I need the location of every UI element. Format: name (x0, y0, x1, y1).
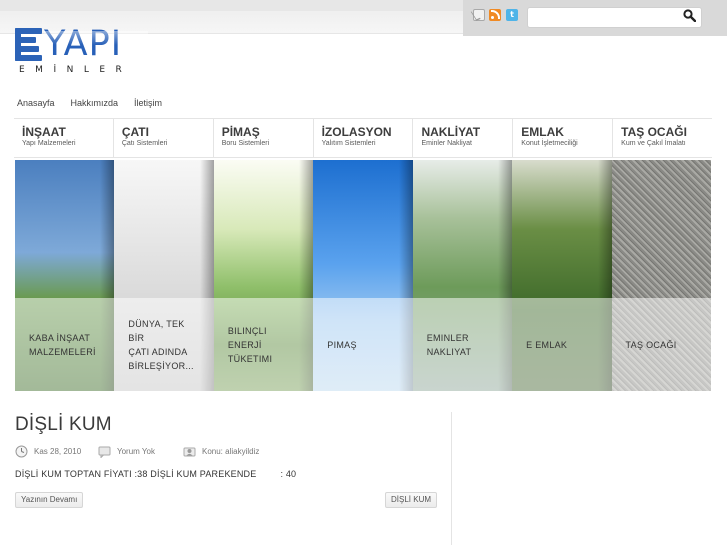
category-izolasyon[interactable]: İZOLASYON Yalıtım Sistemleri (312, 119, 413, 157)
category-title: EMLAK (521, 125, 564, 139)
clock-icon (15, 445, 28, 457)
category-title: TAŞ OCAĞI (621, 125, 687, 139)
logo-e-mark (15, 28, 42, 62)
image-slider: KABA İNŞAAT MALZEMELERİ DÜNYA, TEK BİR ÇAT… (15, 160, 711, 391)
post-title[interactable]: DİŞLİ KUM (15, 414, 112, 436)
category-subtitle: Çatı Sistemleri (121, 140, 168, 147)
slide-insaat[interactable]: KABA İNŞAAT MALZEMELERİ (15, 160, 115, 391)
nav-item-contact[interactable]: İletişim (134, 98, 162, 110)
category-title: ÇATI (121, 125, 149, 139)
post-date: Kas 28, 2010 (15, 444, 81, 458)
slide-caption: KABA İNŞAAT MALZEMELERİ (29, 332, 96, 357)
read-more-button[interactable]: Yazının Devamı (15, 492, 84, 508)
logo-subtitle: EMİNLER (19, 65, 133, 75)
category-nakliyat[interactable]: NAKLİYAT Eminler Nakliyat (412, 119, 512, 157)
category-menu: İNŞAAT Yapı Malzemeleri ÇATI Çatı Sistem… (14, 118, 712, 158)
nav-item-home[interactable]: Anasayfa (17, 98, 55, 110)
category-cati[interactable]: ÇATI Çatı Sistemleri (112, 119, 213, 157)
comment-icon (98, 446, 111, 458)
slide-pimas[interactable]: PIMAŞ (313, 160, 413, 391)
twitter-icon[interactable]: t (506, 9, 518, 21)
nav-item-about[interactable]: Hakkımızda (71, 98, 119, 110)
post-author[interactable]: Konu: aliakyildiz (183, 444, 259, 458)
slide-caption: EMINLER NAKLIYAT (426, 332, 472, 357)
category-pimas[interactable]: PİMAŞ Boru Sistemleri (212, 119, 313, 157)
category-emlak[interactable]: EMLAK Konut İşletmeciliği (512, 119, 612, 157)
user-icon (183, 447, 196, 456)
category-title: İNŞAAT (22, 125, 66, 139)
slide-caption: E EMLAK (526, 339, 568, 350)
mail-icon[interactable] (473, 9, 485, 21)
slide-caption: DÜNYA, TEK BİR ÇATI ADINDA BİRLEŞİYOR... (128, 318, 194, 371)
category-insaat[interactable]: İNŞAAT Yapı Malzemeleri (14, 119, 113, 157)
sidebar-divider (451, 412, 452, 545)
category-subtitle: Yalıtım Sistemleri (321, 140, 376, 147)
search-input[interactable] (527, 7, 702, 28)
category-subtitle: Eminler Nakliyat (421, 140, 473, 147)
category-subtitle: Yapı Malzemeleri (22, 140, 76, 147)
tag-button[interactable]: DİŞLİ KUM (385, 492, 438, 508)
search-icon[interactable] (683, 9, 696, 22)
top-nav: Anasayfa Hakkımızda İletişim (17, 98, 162, 110)
site-logo[interactable]: YAPI EMİNLER (15, 24, 150, 80)
slide-nakliyat[interactable]: EMINLER NAKLIYAT (412, 160, 513, 391)
slide-caption: BILINÇLI ENERJİ TÜKETIMI (227, 325, 273, 364)
slide-enerji[interactable]: BILINÇLI ENERJİ TÜKETIMI (213, 160, 314, 391)
category-subtitle: Konut İşletmeciliği (521, 140, 578, 147)
slide-caption: TAŞ OCAĞI (625, 339, 677, 350)
category-subtitle: Kum ve Çakıl İmalatı (621, 140, 686, 147)
slide-emlak[interactable]: E EMLAK (512, 160, 612, 391)
slide-tas-ocagi[interactable]: TAŞ OCAĞI (611, 160, 711, 391)
category-title: NAKLİYAT (421, 125, 481, 139)
category-subtitle: Boru Sistemleri (221, 140, 270, 147)
post-excerpt: DİŞLİ KUM TOPTAN FİYATI :38 DİŞLİ KUM PA… (15, 469, 297, 479)
slide-cati[interactable]: DÜNYA, TEK BİR ÇATI ADINDA BİRLEŞİYOR... (114, 160, 214, 391)
category-title: İZOLASYON (321, 125, 392, 139)
logo-word: YAPI (44, 24, 149, 64)
slide-caption: PIMAŞ (327, 339, 357, 350)
category-title: PİMAŞ (221, 125, 260, 139)
category-tas-ocagi[interactable]: TAŞ OCAĞI Kum ve Çakıl İmalatı (612, 119, 712, 157)
post-comments[interactable]: Yorum Yok (98, 444, 155, 458)
rss-icon[interactable] (489, 9, 501, 21)
